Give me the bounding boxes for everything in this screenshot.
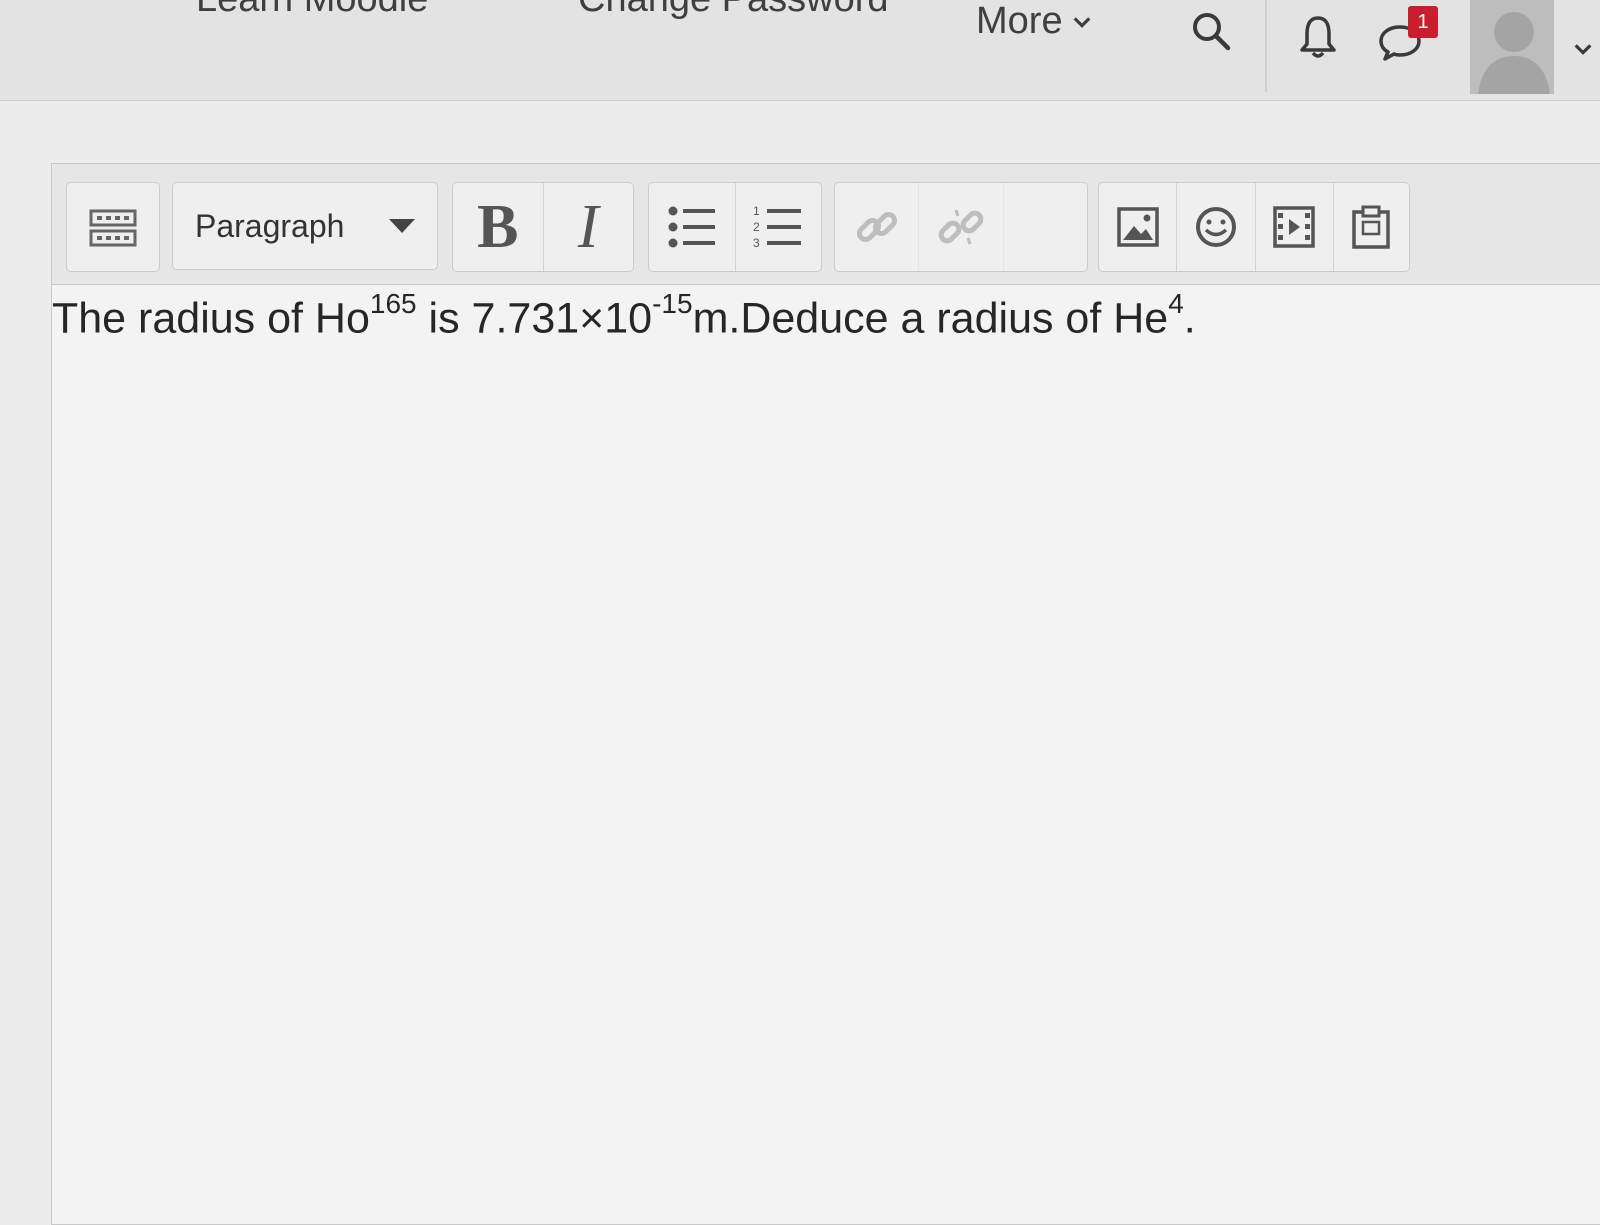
svg-text:1: 1	[753, 204, 760, 218]
top-navbar: Learn Moodle Change Password More 1	[0, 0, 1600, 101]
numbered-list-icon: 1 2 3	[753, 204, 802, 250]
paste-icon	[1352, 205, 1391, 249]
toolbar-toggle-group	[66, 182, 160, 272]
rich-text-editor: Paragraph B I 1 2 3 The radius of Ho165 is…	[51, 163, 1600, 1225]
bullet-list-button[interactable]	[649, 183, 736, 271]
unlink-icon	[938, 209, 984, 245]
mass-number-he: 4	[1168, 288, 1184, 319]
bold-icon: B	[477, 192, 519, 261]
nav-divider	[1265, 0, 1267, 92]
chevron-down-icon[interactable]	[1572, 38, 1594, 65]
image-button[interactable]	[1099, 183, 1178, 271]
media-button[interactable]	[1256, 183, 1334, 271]
exponent-value: -15	[652, 288, 693, 319]
emoji-button[interactable]	[1177, 183, 1256, 271]
notification-badge: 1	[1408, 6, 1438, 38]
paragraph-style-label: Paragraph	[195, 207, 345, 244]
link-button[interactable]	[835, 183, 920, 271]
numbered-list-button[interactable]: 1 2 3	[736, 183, 822, 271]
list-group: 1 2 3	[648, 182, 822, 272]
svg-text:3: 3	[753, 236, 760, 250]
nav-more-menu[interactable]: More	[976, 0, 1093, 43]
editor-content-area[interactable]: The radius of Ho165 is 7.731×10-15m.Dedu…	[52, 288, 1592, 343]
media-group	[1098, 182, 1410, 272]
question-text-end: .	[1183, 294, 1196, 343]
toolbar-toggle-button[interactable]	[67, 183, 159, 271]
italic-icon: I	[577, 192, 599, 261]
user-avatar-icon[interactable]	[1470, 0, 1554, 94]
chevron-down-icon	[1073, 16, 1091, 28]
question-text-deduce: m.Deduce a radius of He	[692, 294, 1169, 343]
svg-text:2: 2	[753, 220, 760, 234]
image-icon	[1116, 207, 1159, 247]
nav-more-label: More	[976, 0, 1063, 42]
mass-number-ho: 165	[369, 288, 417, 319]
paste-button[interactable]	[1334, 183, 1409, 271]
search-icon[interactable]	[1188, 8, 1234, 54]
nav-learn-moodle[interactable]: Learn Moodle	[196, 0, 428, 21]
toolbar-toggle-icon	[89, 209, 137, 247]
paragraph-style-select[interactable]: Paragraph	[172, 182, 438, 270]
media-icon	[1273, 206, 1315, 248]
link-group	[834, 182, 1088, 272]
question-text-start: The radius of Ho	[52, 294, 370, 343]
nav-change-password[interactable]: Change Password	[578, 0, 889, 21]
bell-icon[interactable]	[1296, 12, 1340, 62]
caret-down-icon	[389, 219, 415, 233]
empty-toolbar-slot	[1004, 183, 1087, 271]
bold-button[interactable]: B	[453, 183, 544, 271]
emoji-icon	[1195, 207, 1236, 247]
question-text-value: is 7.731×10	[416, 294, 653, 343]
format-group: B I	[452, 182, 634, 272]
link-icon	[856, 211, 897, 243]
editor-toolbar: Paragraph B I 1 2 3	[52, 164, 1600, 285]
italic-button[interactable]: I	[544, 183, 634, 271]
unlink-button[interactable]	[919, 183, 1004, 271]
bullet-list-icon	[668, 206, 715, 248]
